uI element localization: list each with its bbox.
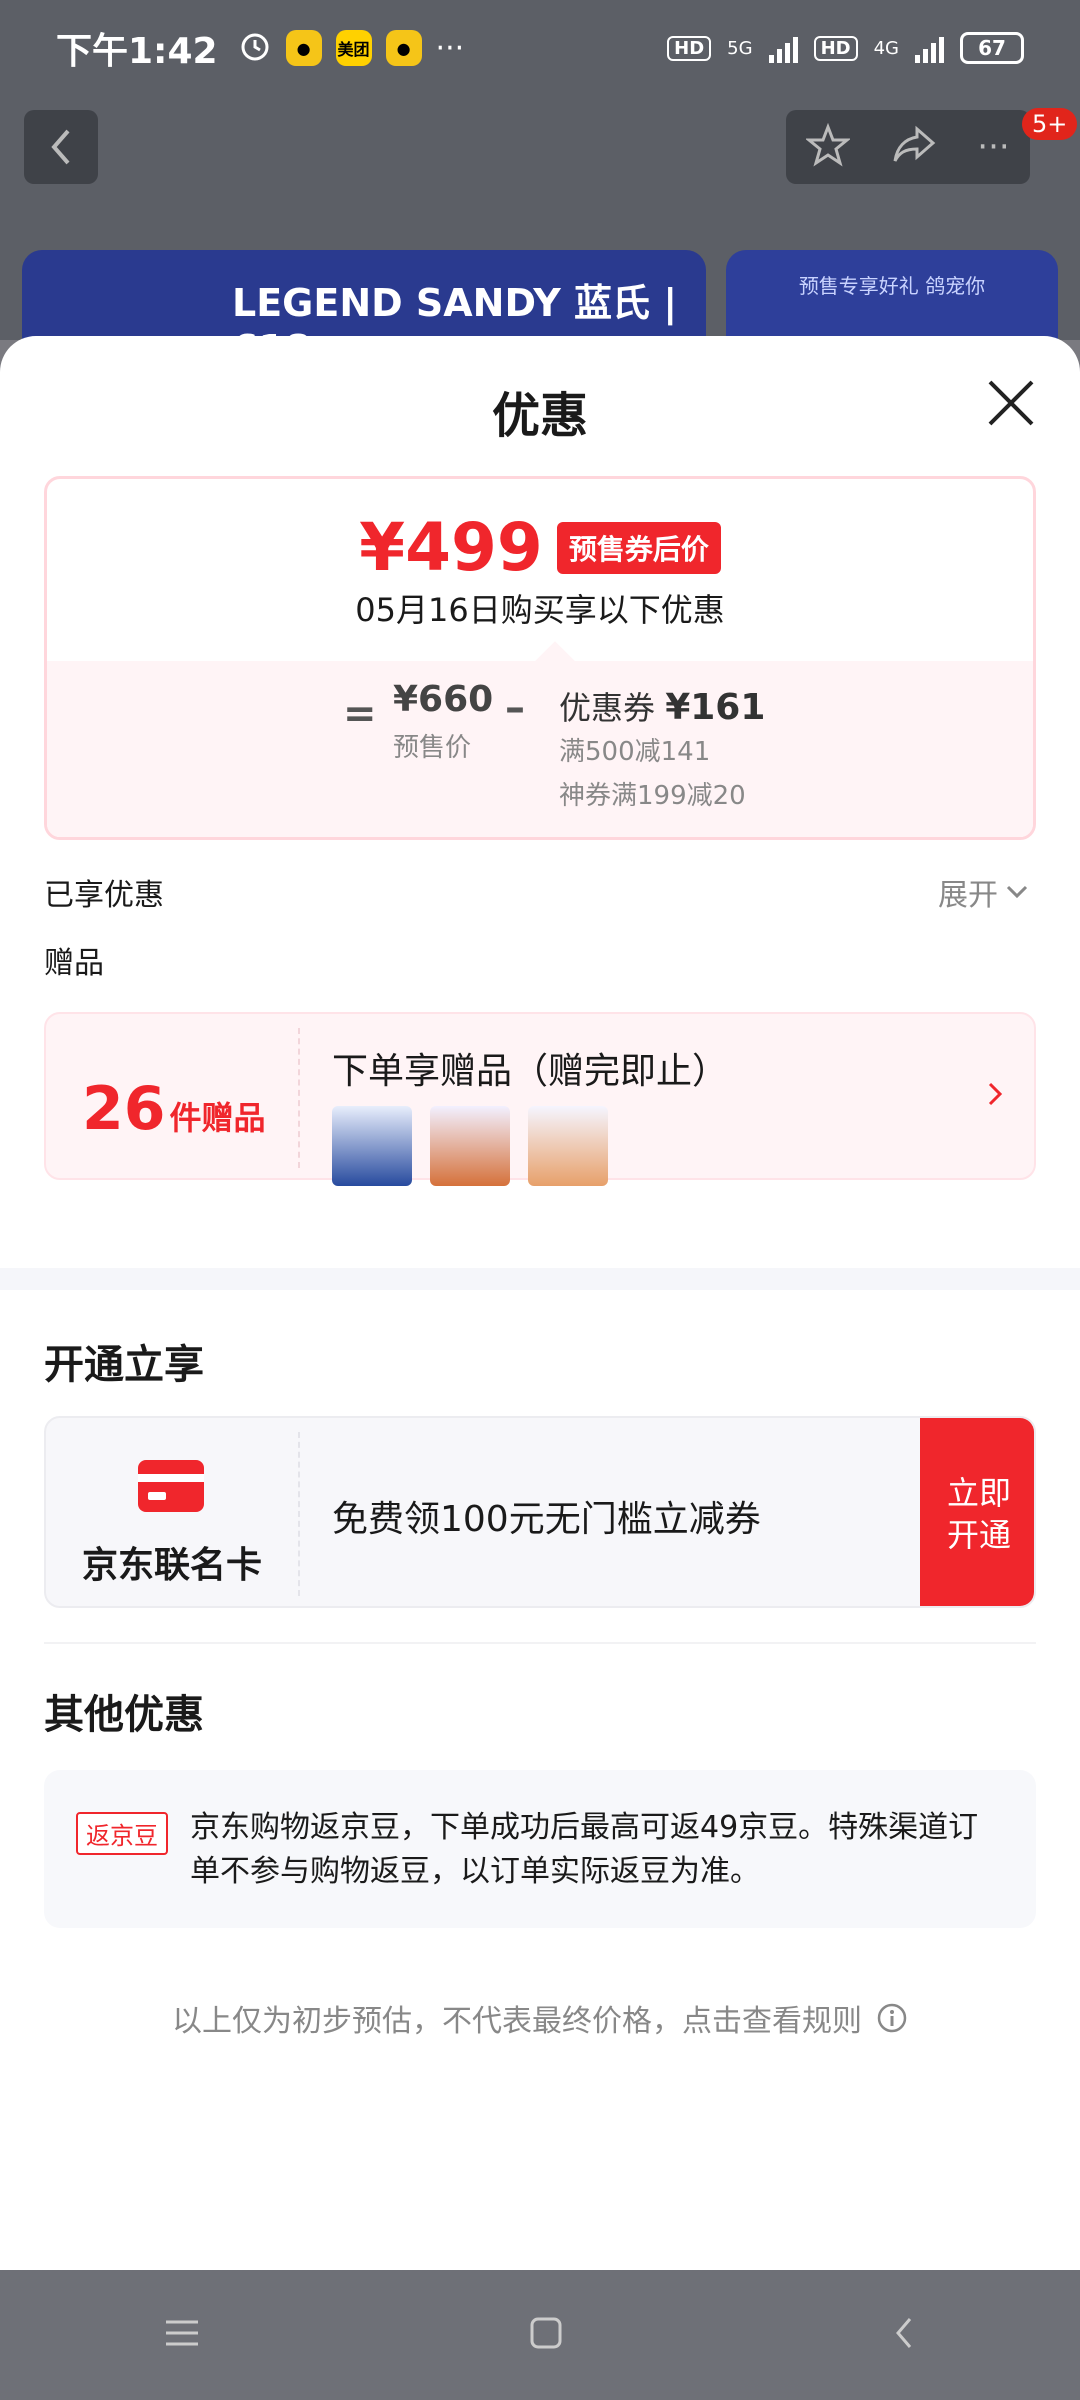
alarm-icon <box>238 29 272 67</box>
menu-icon[interactable] <box>164 2318 200 2352</box>
card-offer-desc: 免费领100元无门槛立减券 <box>332 1499 761 1540</box>
card-name: 京东联名卡 <box>81 1545 262 1586</box>
final-price: ¥499 <box>359 509 543 586</box>
footer-note-text: 以上仅为初步预估，不代表最终价格，点击查看规则 <box>172 2004 862 2039</box>
open-section-title: 开通立享 <box>44 1342 204 1388</box>
coupon-line-1: 满500减141 <box>559 737 711 767</box>
jd-beans-tag: 返京豆 <box>76 1812 168 1855</box>
coupon-summary: 优惠券 ¥161 <box>559 683 765 729</box>
purchase-date-note: 05月16日购买享以下优惠 <box>355 591 725 629</box>
coupon-total: ¥161 <box>665 687 766 728</box>
close-button[interactable] <box>986 378 1036 428</box>
enjoyed-discount-label: 已享优惠 <box>44 878 164 913</box>
signal-icon-2 <box>915 33 944 63</box>
net-type-1: 5G <box>727 37 753 59</box>
info-icon <box>877 2003 907 2033</box>
gift-count: 26 件赠品 <box>82 1074 266 1144</box>
net-type-2: 4G <box>873 37 899 59</box>
status-bar: 下午1:42 ● 美团 ● ··· HD 5G HD 4G 67 <box>0 0 1080 96</box>
gift-count-unit: 件赠品 <box>169 1099 266 1137</box>
credit-card-icon <box>138 1460 204 1512</box>
close-icon <box>988 380 1034 426</box>
message-badge: 5+ <box>1022 108 1078 140</box>
chevron-right-icon <box>986 1080 1004 1112</box>
signal-icon-1 <box>768 33 798 63</box>
gift-thumbnail <box>332 1106 412 1186</box>
gift-thumbnail <box>430 1106 510 1186</box>
sheet-title: 优惠 <box>491 388 588 444</box>
gift-section-label: 赠品 <box>44 946 104 981</box>
rules-link[interactable]: 以上仅为初步预估，不代表最终价格，点击查看规则 <box>0 1996 1080 2040</box>
minus-sign: – <box>505 685 525 731</box>
other-section-title: 其他优惠 <box>44 1692 204 1738</box>
thin-separator <box>44 1642 1036 1644</box>
hd-indicator-2: HD <box>813 35 858 61</box>
card-divider <box>298 1432 300 1596</box>
banner-right-text: 预售专享好礼 鸽宠你 <box>798 274 986 298</box>
coupon-label: 优惠券 <box>559 689 656 727</box>
co-branded-card-offer[interactable]: 京东联名卡 免费领100元无门槛立减券 立即 开通 <box>44 1416 1036 1608</box>
more-icon[interactable]: ··· <box>977 127 1009 167</box>
gift-thumbnails <box>332 1106 608 1186</box>
open-now-label: 立即 开通 <box>946 1474 1011 1554</box>
meituan-icon: 美团 <box>335 30 372 66</box>
gift-count-number: 26 <box>82 1074 166 1144</box>
section-separator <box>0 1268 1080 1290</box>
expand-toggle[interactable]: 展开 <box>938 870 1028 914</box>
open-now-button[interactable]: 立即 开通 <box>920 1418 1034 1606</box>
chevron-down-icon <box>1006 885 1028 899</box>
price-formula: = ¥660 预售价 – 优惠券 ¥161 满500减141 神券满199减20 <box>47 641 1033 837</box>
presale-coupon-tag: 预售券后价 <box>556 521 721 574</box>
battery-icon: 67 <box>960 32 1024 64</box>
presale-label: 预售价 <box>393 733 472 763</box>
coupon-line-2: 神券满199减20 <box>559 781 746 811</box>
weibo-icon: ● <box>285 30 322 66</box>
more-notifications: ··· <box>435 30 465 66</box>
weibo-icon-2: ● <box>385 30 422 66</box>
gift-card[interactable]: 26 件赠品 下单享赠品（赠完即止） <box>44 1012 1036 1186</box>
back-button[interactable] <box>24 110 98 184</box>
gift-title: 下单享赠品（赠完即止） <box>332 1051 729 1092</box>
gift-divider <box>298 1028 300 1168</box>
system-nav-bar <box>0 2270 1080 2400</box>
chevron-left-icon <box>51 129 70 165</box>
presale-price: ¥660 <box>393 679 494 720</box>
nav-action-group: ··· <box>786 110 1030 184</box>
status-time: 下午1:42 <box>56 31 218 72</box>
home-icon[interactable] <box>529 2316 563 2354</box>
expand-label: 展开 <box>938 878 998 913</box>
share-icon[interactable] <box>891 125 937 169</box>
hd-indicator-1: HD <box>667 35 712 61</box>
star-icon[interactable] <box>805 122 852 171</box>
gift-thumbnail <box>528 1106 608 1186</box>
jd-beans-offer: 返京豆 京东购物返京豆，下单成功后最高可返49京豆。特殊渠道订单不参与购物返豆，… <box>44 1770 1036 1928</box>
price-breakdown-card: ¥499 预售券后价 05月16日购买享以下优惠 = ¥660 预售价 – 优惠… <box>44 476 1036 840</box>
back-nav-icon[interactable] <box>892 2315 916 2355</box>
jd-beans-text: 京东购物返京豆，下单成功后最高可返49京豆。特殊渠道订单不参与购物返豆，以订单实… <box>190 1810 979 1889</box>
equals-sign: = <box>343 691 377 737</box>
discount-sheet: 优惠 ¥499 预售券后价 05月16日购买享以下优惠 = ¥660 预售价 –… <box>0 336 1080 2270</box>
